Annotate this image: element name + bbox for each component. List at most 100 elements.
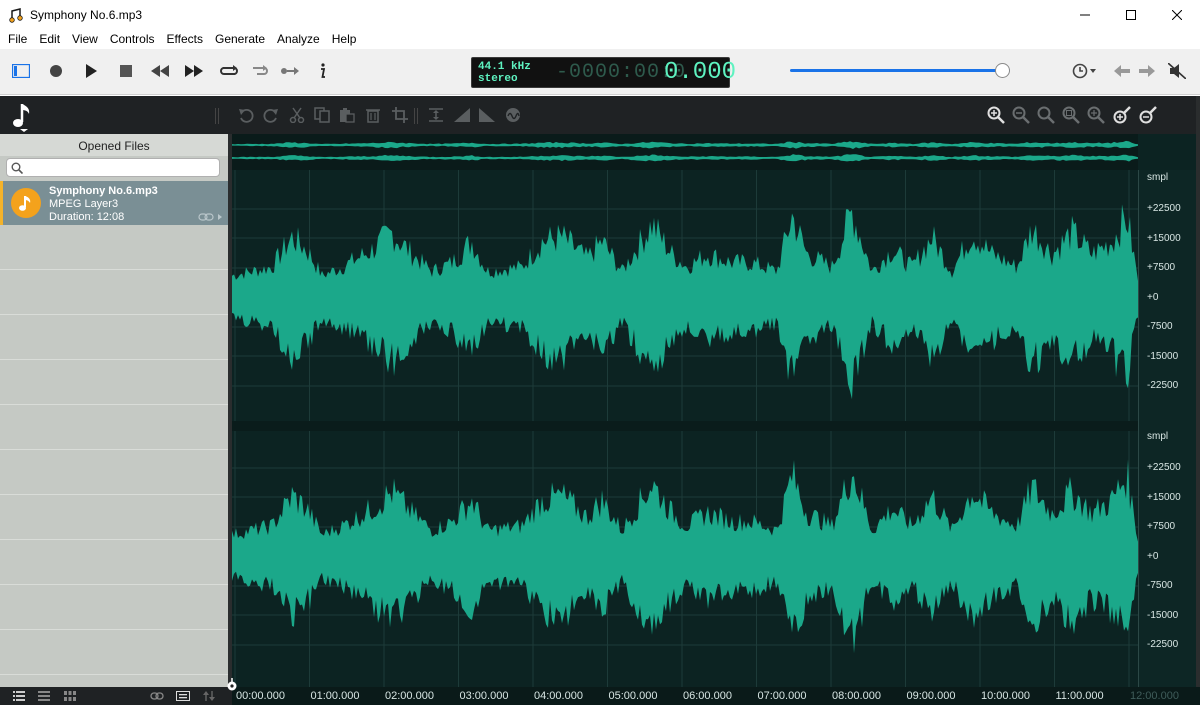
menu-analyze[interactable]: Analyze [271,30,326,49]
zoom-fit-icon[interactable] [1036,105,1056,125]
chain-icon[interactable] [150,689,164,703]
volume-slider-thumb[interactable] [995,63,1011,78]
zoom-out-icon[interactable] [1011,105,1031,125]
waveform-canvas[interactable] [232,134,1200,687]
cut-icon[interactable] [287,105,307,125]
delete-icon[interactable] [363,105,383,125]
time-display: 44.1 kHz stereo -0000:00:0 0.000 [471,57,736,88]
info-icon[interactable] [311,59,335,83]
link-icon[interactable] [198,213,224,221]
list-view-icon[interactable] [12,689,26,703]
close-icon[interactable] [1154,0,1200,30]
sort-icon[interactable] [202,689,216,703]
minimize-icon[interactable] [1062,0,1108,30]
rewind-icon[interactable] [148,59,172,83]
time-tick-label: 06:00.000 [683,690,732,702]
sample-rate-label: 44.1 kHz [478,61,531,73]
record-icon[interactable] [44,59,68,83]
scale-label: -22500 [1147,639,1179,650]
menu-generate[interactable]: Generate [209,30,271,49]
scale-unit-top: smpl [1147,172,1169,183]
time-tick-label: 11:00.000 [1055,690,1104,702]
overview-waveform [232,140,1138,149]
time-value: 0.000 [664,59,737,86]
time-tick-label: 01:00.000 [310,690,360,702]
play-icon[interactable] [79,59,103,83]
menu-file[interactable]: File [2,30,33,49]
scale-label: +7500 [1147,262,1176,273]
transport-toolbar: 44.1 kHz stereo -0000:00:0 0.000 [0,49,1200,95]
file-list-item[interactable]: Symphony No.6.mp3 MPEG Layer3 Duration: … [0,181,228,225]
time-tick-label: 00:00.000 [236,690,285,702]
file-name: Symphony No.6.mp3 [49,185,158,197]
panel-title: Opened Files [0,134,228,156]
audio-file-icon [11,188,41,218]
volume-slider-track[interactable] [790,69,1010,72]
maximize-icon[interactable] [1108,0,1154,30]
loop-icon[interactable] [217,59,241,83]
scale-label: -7500 [1147,321,1173,332]
zoom-vertical-in-icon[interactable] [1112,105,1132,125]
zoom-vertical-out-icon[interactable] [1138,105,1158,125]
zoom-full-icon[interactable] [1086,105,1106,125]
waveform-view-icon[interactable] [176,689,190,703]
file-search-input[interactable] [6,158,220,177]
time-tick-label: 12:00.000 [1130,690,1179,702]
scale-label: +0 [1147,291,1159,303]
time-tick-label: 05:00.000 [608,690,658,702]
repeat-icon[interactable] [247,59,271,83]
fast-forward-icon[interactable] [182,59,206,83]
waveform-editor[interactable] [232,134,1200,687]
zoom-in-icon[interactable] [986,105,1006,125]
menu-view[interactable]: View [66,30,104,49]
time-tick-label: 10:00.000 [981,690,1030,702]
app-icon [9,8,23,23]
undo-icon[interactable] [236,105,256,125]
window-title: Symphony No.6.mp3 [30,8,143,22]
scale-label: -22500 [1147,380,1179,391]
menu-effects[interactable]: Effects [161,30,209,49]
scale-label: +15000 [1147,232,1181,244]
menu-controls[interactable]: Controls [104,30,161,49]
time-tick-label: 03:00.000 [459,690,509,702]
channel-waveform [232,204,1138,400]
time-tick-label: 08:00.000 [832,690,881,702]
waveform-overview[interactable] [232,134,1138,170]
normalize-icon[interactable] [426,105,446,125]
scale-label: +0 [1147,550,1159,562]
overview-canvas[interactable] [232,134,1138,170]
title-bar: Symphony No.6.mp3 [0,0,1200,30]
silence-icon[interactable] [503,105,523,125]
forward-arrow-icon[interactable] [1135,59,1159,83]
overview-waveform [232,154,1138,162]
copy-icon[interactable] [312,105,332,125]
crop-icon[interactable] [390,105,410,125]
panel-toggle-icon[interactable] [9,59,33,83]
menu-edit[interactable]: Edit [33,30,66,49]
opened-files-panel: Opened Files Symphony No.6.mp3 MPEG Laye… [0,134,228,687]
zoom-selection-icon[interactable] [1061,105,1081,125]
time-tick-label: 04:00.000 [534,690,583,702]
file-list-empty-rows [0,225,228,687]
amplitude-scale: smpl smpl +22500 +15000 +7500 +0 -7500 -15000… [1138,170,1200,687]
scale-label: -7500 [1147,580,1173,591]
scale-unit-bottom: smpl [1147,431,1169,442]
paste-icon[interactable] [337,105,357,125]
menu-help[interactable]: Help [326,30,363,49]
scale-label: +22500 [1147,203,1181,214]
vertical-scrollbar[interactable] [1196,96,1200,687]
mute-icon[interactable] [1165,59,1189,83]
scale-label: -15000 [1147,350,1179,362]
stop-icon[interactable] [114,59,138,83]
skip-icon[interactable] [278,59,302,83]
details-view-icon[interactable] [37,689,51,703]
time-tick-label: 02:00.000 [385,690,434,702]
history-icon[interactable] [1070,59,1100,83]
scale-label: +22500 [1147,462,1181,473]
fade-in-icon[interactable] [452,105,472,125]
grid-view-icon[interactable] [63,689,77,703]
fade-out-icon[interactable] [477,105,497,125]
time-tick-label: 07:00.000 [757,690,807,702]
redo-icon[interactable] [261,105,281,125]
back-arrow-icon[interactable] [1110,59,1134,83]
